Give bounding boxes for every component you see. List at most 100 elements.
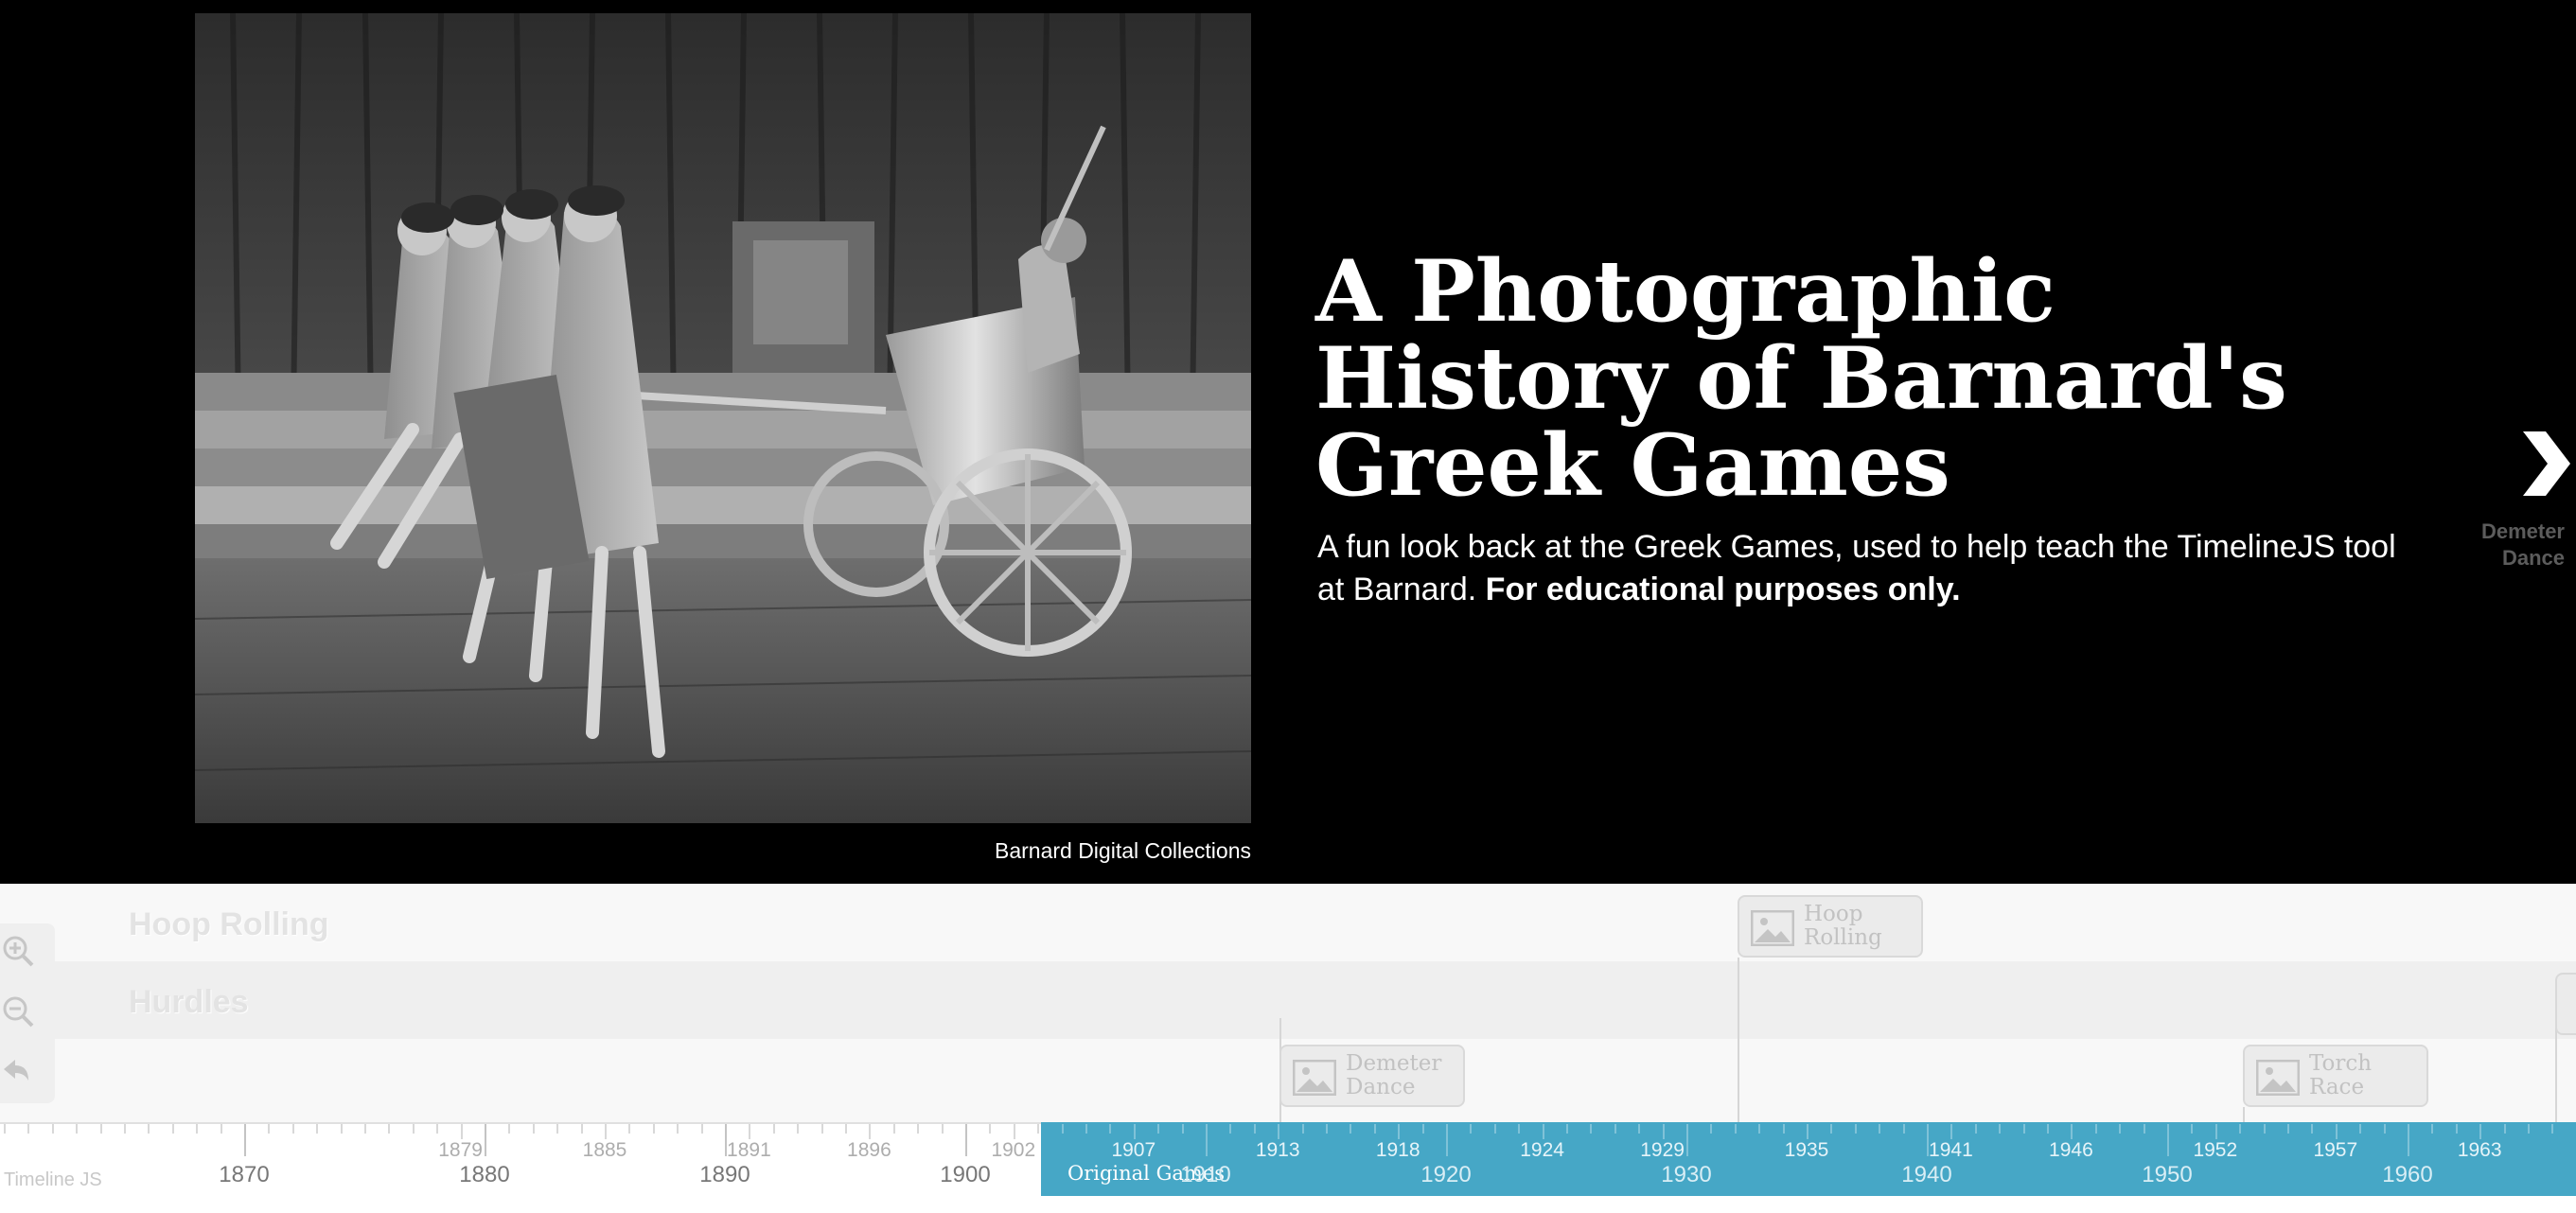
zoom-out-icon bbox=[3, 996, 34, 1028]
back-to-start-button[interactable] bbox=[0, 1052, 38, 1090]
axis-hairline bbox=[2191, 1124, 2194, 1134]
group-label: Hoop Rolling bbox=[129, 906, 329, 942]
zoom-in-button[interactable] bbox=[0, 933, 38, 971]
axis-hairline bbox=[508, 1124, 511, 1134]
marker-hoop-rolling[interactable]: Hoop Rolling bbox=[1738, 895, 1923, 958]
image-icon bbox=[1750, 909, 1795, 947]
axis-minor-tick bbox=[1013, 1124, 1015, 1139]
axis-hairline bbox=[2094, 1124, 2097, 1134]
marker-line bbox=[1738, 958, 1739, 1124]
slide-photo bbox=[195, 13, 1251, 823]
zoom-controls bbox=[0, 923, 55, 1103]
axis-major-label: 1890 bbox=[699, 1162, 750, 1187]
axis-hairline bbox=[2287, 1124, 2289, 1134]
axis-hairline bbox=[2455, 1124, 2458, 1134]
axis-hairline bbox=[196, 1124, 199, 1134]
axis-hairline bbox=[291, 1124, 294, 1134]
axis-hairline bbox=[1590, 1124, 1593, 1134]
axis-hairline bbox=[1902, 1124, 1905, 1134]
marker-label: Hoop Rolling bbox=[1804, 902, 1882, 950]
back-arrow-icon bbox=[4, 1060, 28, 1081]
marker-label: Demeter Dance bbox=[1346, 1051, 1442, 1099]
axis-hairline bbox=[1854, 1124, 1857, 1134]
axis-major-tick bbox=[2408, 1124, 2409, 1156]
axis-minor-label: 1957 bbox=[2313, 1139, 2358, 1161]
axis-hairline bbox=[1181, 1124, 1184, 1134]
axis-hairline bbox=[941, 1124, 944, 1134]
axis-minor-tick bbox=[460, 1124, 463, 1139]
axis-minor-label: 1952 bbox=[2193, 1139, 2238, 1161]
axis-major-label: 1960 bbox=[2382, 1162, 2433, 1187]
timelinejs-credit[interactable]: Timeline JS bbox=[4, 1169, 102, 1191]
axis-minor-tick bbox=[749, 1124, 751, 1139]
timeline-group-hurdles: Hurdles bbox=[0, 961, 2576, 1039]
axis-hairline bbox=[845, 1124, 847, 1134]
image-icon bbox=[2255, 1059, 2301, 1097]
axis-hairline bbox=[388, 1124, 391, 1134]
axis-hairline bbox=[1326, 1124, 1328, 1134]
axis-hairline bbox=[1157, 1124, 1160, 1134]
axis-hairline bbox=[677, 1124, 679, 1134]
axis-hairline bbox=[1085, 1124, 1087, 1134]
marker-torch-race[interactable]: Torch Race bbox=[2243, 1045, 2428, 1107]
axis-major-label: 1870 bbox=[219, 1162, 270, 1187]
axis-hairline bbox=[1974, 1124, 1977, 1134]
axis-major-label: 1900 bbox=[940, 1162, 991, 1187]
axis-minor-label: 1941 bbox=[1929, 1139, 1973, 1161]
axis-hairline bbox=[51, 1124, 54, 1134]
axis-minor-tick bbox=[1542, 1124, 1544, 1139]
axis-hairline bbox=[1830, 1124, 1833, 1134]
marker-label: Torch Race bbox=[2309, 1051, 2373, 1099]
next-slide-button[interactable]: Demeter Dance bbox=[2470, 426, 2576, 577]
axis-hairline bbox=[556, 1124, 559, 1134]
axis-hairline bbox=[1421, 1124, 1424, 1134]
axis-minor-tick bbox=[1662, 1124, 1665, 1139]
axis-hairline bbox=[2383, 1124, 2386, 1134]
group-label: Hurdles bbox=[129, 984, 249, 1020]
axis-major-tick bbox=[244, 1124, 246, 1156]
axis-hairline bbox=[892, 1124, 895, 1134]
axis-hairline bbox=[1614, 1124, 1616, 1134]
axis-minor-tick bbox=[1133, 1124, 1136, 1139]
axis-hairline bbox=[1493, 1124, 1496, 1134]
axis-major-tick bbox=[1446, 1124, 1448, 1156]
image-icon bbox=[1292, 1059, 1337, 1097]
axis-hairline bbox=[628, 1124, 631, 1134]
axis-minor-label: 1902 bbox=[991, 1139, 1036, 1161]
axis-major-tick bbox=[1686, 1124, 1688, 1156]
axis-hairline bbox=[1350, 1124, 1352, 1134]
axis-major-label: 1910 bbox=[1180, 1162, 1231, 1187]
axis-minor-tick bbox=[2479, 1124, 2482, 1139]
slide-title: A Photographic History of Barnard's Gree… bbox=[1315, 241, 2287, 516]
axis-hairline bbox=[2143, 1124, 2145, 1134]
axis-minor-tick bbox=[2214, 1124, 2217, 1139]
axis-hairline bbox=[2431, 1124, 2434, 1134]
axis-hairline bbox=[2528, 1124, 2530, 1134]
axis-hairline bbox=[1999, 1124, 2002, 1134]
axis-hairline bbox=[1109, 1124, 1112, 1134]
timeline-nav[interactable]: Hoop Rolling Hurdles Demeter Dance Hoop … bbox=[0, 884, 2576, 1213]
axis-minor-label: 1896 bbox=[847, 1139, 891, 1161]
axis-hairline bbox=[316, 1124, 319, 1134]
axis-hairline bbox=[2047, 1124, 2049, 1134]
marker-demeter-dance[interactable]: Demeter Dance bbox=[1279, 1045, 1465, 1107]
axis-minor-label: 1907 bbox=[1111, 1139, 1156, 1161]
axis-hairline bbox=[76, 1124, 79, 1134]
axis-minor-tick bbox=[1278, 1124, 1280, 1139]
timeline-group-hoop-rolling: Hoop Rolling bbox=[0, 884, 2576, 961]
zoom-out-button[interactable] bbox=[0, 993, 38, 1031]
axis-hairline bbox=[436, 1124, 439, 1134]
axis-hairline bbox=[220, 1124, 222, 1134]
marker-offscreen[interactable] bbox=[2555, 973, 2576, 1035]
axis-hairline bbox=[1879, 1124, 1881, 1134]
axis-minor-label: 1946 bbox=[2049, 1139, 2093, 1161]
axis-hairline bbox=[99, 1124, 102, 1134]
axis-major-label: 1920 bbox=[1420, 1162, 1472, 1187]
axis-hairline bbox=[652, 1124, 655, 1134]
axis-hairline bbox=[772, 1124, 775, 1134]
axis-minor-tick bbox=[1398, 1124, 1401, 1139]
axis-major-tick bbox=[2167, 1124, 2169, 1156]
axis-minor-label: 1891 bbox=[727, 1139, 771, 1161]
axis-major-label: 1950 bbox=[2142, 1162, 2193, 1187]
axis-hairline bbox=[1253, 1124, 1256, 1134]
